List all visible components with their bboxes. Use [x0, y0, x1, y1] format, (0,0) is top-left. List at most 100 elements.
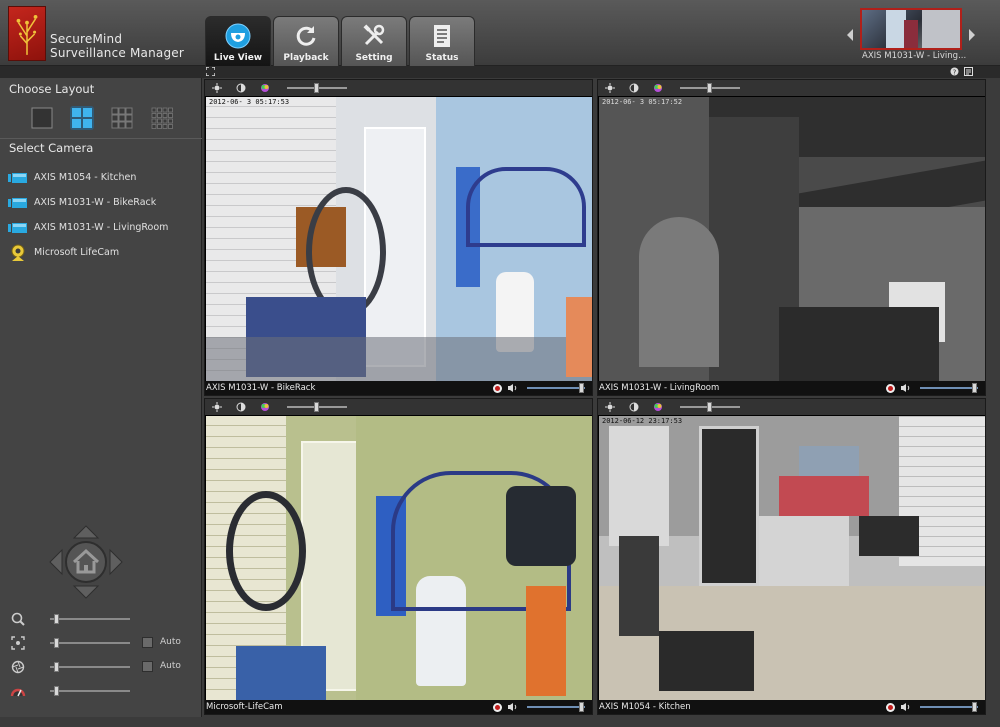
ip-camera-icon [8, 221, 28, 235]
record-icon[interactable] [886, 384, 895, 393]
securemind-logo [8, 6, 46, 61]
video-panel-kitchen[interactable]: 2012-06-12 23:17:53 AXIS M1054 - Kitchen [597, 398, 986, 715]
focus-slider[interactable] [50, 638, 130, 648]
zoom-control [8, 610, 198, 628]
pan-up-arrow-icon[interactable] [72, 525, 100, 539]
speaker-icon[interactable] [507, 383, 518, 393]
camera-list: AXIS M1054 - Kitchen AXIS M1031-W - Bike… [8, 165, 168, 265]
tab-setting[interactable]: Setting [341, 16, 407, 66]
color-icon[interactable] [253, 399, 277, 415]
panel-toolbar [598, 399, 985, 415]
brightness-icon[interactable] [205, 399, 229, 415]
iris-slider[interactable] [50, 662, 130, 672]
speaker-icon[interactable] [900, 702, 911, 712]
contrast-icon[interactable] [229, 80, 253, 96]
record-icon[interactable] [886, 703, 895, 712]
slider-knob[interactable] [972, 383, 977, 393]
camera-item-lifecam[interactable]: Microsoft LifeCam [8, 240, 168, 265]
camera-label: AXIS M1054 - Kitchen [34, 172, 137, 183]
choose-layout-heading: Choose Layout [9, 82, 95, 96]
contrast-icon[interactable] [622, 80, 646, 96]
pan-down-arrow-icon[interactable] [72, 585, 100, 599]
ip-camera-icon [8, 171, 28, 185]
record-icon[interactable] [493, 703, 502, 712]
contrast-icon[interactable] [622, 399, 646, 415]
speaker-icon[interactable] [900, 383, 911, 393]
document-icon [428, 22, 456, 50]
help-icon[interactable]: ? [950, 67, 959, 76]
fullscreen-icon[interactable] [206, 67, 215, 76]
slider-knob[interactable] [707, 83, 712, 93]
contrast-icon[interactable] [229, 399, 253, 415]
brightness-icon[interactable] [598, 80, 622, 96]
camera-item-bikerack[interactable]: AXIS M1031-W - BikeRack [8, 190, 168, 215]
volume-slider[interactable] [527, 702, 585, 712]
previous-camera-arrow-icon[interactable] [845, 28, 855, 42]
auto-focus-checkbox[interactable] [142, 637, 153, 648]
slider-knob[interactable] [314, 83, 319, 93]
slider-knob[interactable] [54, 638, 59, 648]
layout-1x1-button[interactable] [30, 106, 54, 130]
brightness-icon[interactable] [205, 80, 229, 96]
tab-label: Live View [213, 53, 263, 63]
slider-knob[interactable] [314, 402, 319, 412]
settings-icon[interactable] [964, 67, 973, 76]
camera-label: Microsoft LifeCam [34, 247, 120, 258]
camera-preview-thumbnail[interactable] [860, 8, 962, 50]
volume-slider[interactable] [527, 383, 585, 393]
slider-knob[interactable] [707, 402, 712, 412]
camera-item-kitchen[interactable]: AXIS M1054 - Kitchen [8, 165, 168, 190]
brand-line-1: SecureMind [50, 32, 123, 46]
ptz-control[interactable] [48, 524, 124, 600]
record-icon[interactable] [493, 384, 502, 393]
tab-status[interactable]: Status [409, 16, 475, 66]
zoom-slider[interactable] [50, 614, 130, 624]
image-adjust-slider[interactable] [287, 83, 347, 93]
image-adjust-slider[interactable] [287, 402, 347, 412]
layout-3x3-button[interactable] [110, 106, 134, 130]
video-panel-bikerack[interactable]: 2012-06- 3 05:17:53 AXIS M1031-W - BikeR… [204, 79, 593, 396]
slider-knob[interactable] [579, 702, 584, 712]
volume-slider[interactable] [920, 383, 978, 393]
image-adjust-slider[interactable] [680, 83, 740, 93]
slider-knob[interactable] [579, 383, 584, 393]
select-camera-heading: Select Camera [9, 141, 94, 155]
auto-iris-checkbox[interactable] [142, 661, 153, 672]
tab-playback[interactable]: Playback [273, 16, 339, 66]
pan-right-arrow-icon[interactable] [109, 548, 123, 576]
slider-knob[interactable] [54, 614, 59, 624]
view-toolbar [0, 66, 1000, 78]
iris-icon [8, 659, 28, 675]
brightness-icon[interactable] [598, 399, 622, 415]
video-timestamp: 2012-06- 3 05:17:53 [209, 98, 290, 106]
slider-knob[interactable] [972, 702, 977, 712]
image-adjust-slider[interactable] [680, 402, 740, 412]
volume-slider[interactable] [920, 702, 978, 712]
video-panel-livingroom[interactable]: 2012-06- 3 05:17:52 AXIS M1031-W - Livin… [597, 79, 986, 396]
panel-toolbar [205, 399, 592, 415]
tab-label: Setting [355, 53, 393, 63]
video-panel-lifecam[interactable]: Microsoft-LifeCam [204, 398, 593, 715]
focus-icon [8, 635, 28, 651]
pan-left-arrow-icon[interactable] [49, 548, 63, 576]
slider-knob[interactable] [54, 662, 59, 672]
speed-control [8, 682, 198, 700]
video-feed: 2012-06- 3 05:17:52 [599, 97, 985, 381]
speed-slider[interactable] [50, 686, 130, 696]
layout-2x2-button[interactable] [70, 106, 94, 130]
slider-knob[interactable] [54, 686, 59, 696]
iris-control: Auto [8, 658, 198, 676]
camera-item-livingroom[interactable]: AXIS M1031-W - LivingRoom [8, 215, 168, 240]
speaker-icon[interactable] [507, 702, 518, 712]
tab-live-view[interactable]: Live View [205, 16, 271, 66]
next-camera-arrow-icon[interactable] [967, 28, 977, 42]
panel-status-bar: Microsoft-LifeCam [205, 700, 592, 714]
color-icon[interactable] [646, 80, 670, 96]
camera-preview-label: AXIS M1031-W - Living... [862, 51, 967, 61]
color-icon[interactable] [253, 80, 277, 96]
color-icon[interactable] [646, 399, 670, 415]
tab-label: Status [425, 53, 459, 63]
layout-4x4-button[interactable] [150, 106, 174, 130]
panel-camera-name: Microsoft-LifeCam [206, 702, 283, 712]
camera-dome-icon [224, 22, 252, 50]
